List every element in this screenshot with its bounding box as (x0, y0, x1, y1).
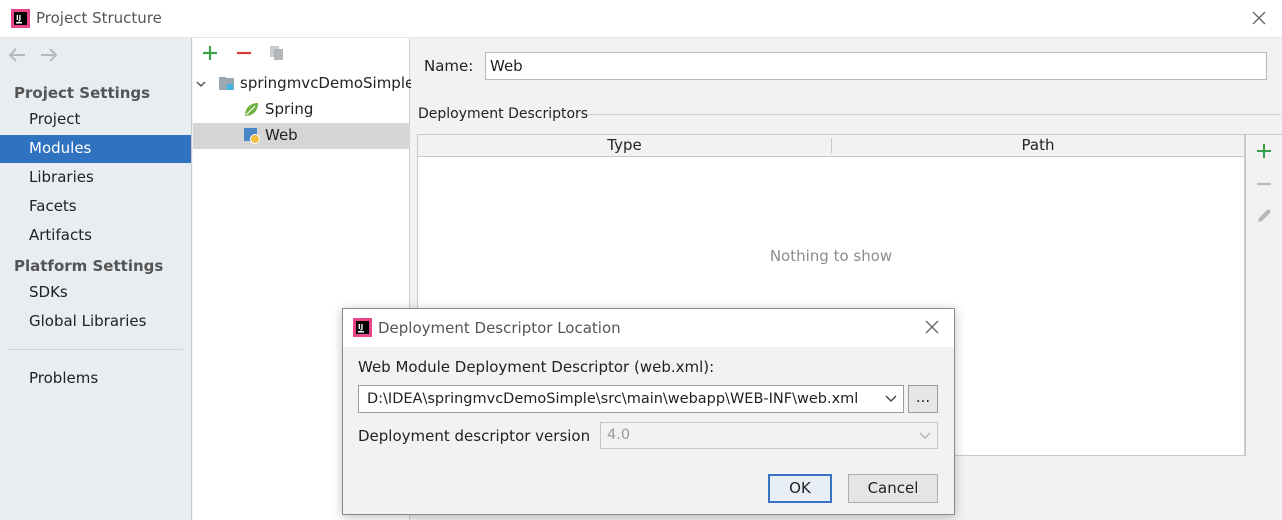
table-toolbar (1245, 134, 1282, 456)
sidebar-item-global-libraries[interactable]: Global Libraries (0, 308, 191, 336)
ok-button[interactable]: OK (768, 474, 832, 503)
remove-icon[interactable] (235, 44, 253, 62)
tree-root-row[interactable]: springmvcDemoSimple (193, 71, 414, 97)
sidebar-item-modules[interactable]: Modules (0, 135, 191, 163)
settings-sidebar: Project Settings Project Modules Librari… (0, 38, 192, 520)
remove-descriptor-icon[interactable] (1255, 175, 1273, 193)
window-title: Project Structure (36, 9, 162, 27)
sidebar-item-libraries[interactable]: Libraries (0, 164, 191, 192)
sidebar-item-artifacts[interactable]: Artifacts (0, 222, 191, 250)
tree-root-label: springmvcDemoSimple (240, 74, 415, 92)
dialog-titlebar: IJ Deployment Descriptor Location (343, 309, 954, 347)
cancel-button[interactable]: Cancel (848, 474, 938, 503)
copy-icon[interactable] (268, 44, 286, 62)
tree-item-web[interactable]: Web (193, 123, 410, 149)
descriptor-path-combobox[interactable]: D:\IDEA\springmvcDemoSimple\src\main\web… (358, 385, 904, 413)
forward-arrow-icon[interactable] (40, 48, 58, 62)
version-combobox[interactable]: 4.0 (600, 422, 938, 449)
svg-text:IJ: IJ (358, 323, 363, 331)
close-icon[interactable] (924, 319, 940, 335)
window-titlebar: IJ Project Structure (0, 0, 1282, 38)
module-folder-icon (219, 77, 234, 90)
sidebar-item-facets[interactable]: Facets (0, 193, 191, 221)
add-icon[interactable] (201, 44, 219, 62)
sidebar-item-problems[interactable]: Problems (0, 365, 191, 393)
column-header-type[interactable]: Type (418, 135, 831, 156)
sidebar-item-project[interactable]: Project (0, 106, 191, 134)
chevron-down-icon[interactable] (919, 431, 931, 441)
deployment-descriptor-dialog: IJ Deployment Descriptor Location Web Mo… (342, 308, 955, 515)
tree-item-web-label: Web (265, 126, 298, 144)
name-label: Name: (424, 57, 474, 75)
chevron-down-icon[interactable] (195, 78, 207, 90)
group-project-settings: Project Settings (14, 84, 151, 102)
deployment-descriptors-title: Deployment Descriptors (418, 106, 589, 122)
browse-button[interactable]: ... (908, 385, 938, 413)
tree-item-spring-label: Spring (265, 100, 314, 118)
version-value: 4.0 (607, 427, 631, 443)
intellij-app-icon: IJ (353, 318, 372, 337)
name-field[interactable]: Web (485, 52, 1267, 80)
column-header-path[interactable]: Path (832, 135, 1244, 156)
descriptor-path-value: D:\IDEA\springmvcDemoSimple\src\main\web… (367, 391, 859, 407)
section-divider (587, 114, 1281, 115)
group-platform-settings: Platform Settings (14, 257, 164, 275)
edit-pencil-icon[interactable] (1255, 207, 1273, 225)
tree-item-spring[interactable]: Spring (193, 97, 410, 123)
empty-table-message: Nothing to show (769, 247, 893, 265)
add-descriptor-icon[interactable] (1255, 142, 1273, 160)
dialog-title: Deployment Descriptor Location (378, 319, 621, 337)
descriptor-path-label: Web Module Deployment Descriptor (web.xm… (358, 358, 715, 376)
sidebar-divider (8, 349, 183, 350)
close-icon[interactable] (1250, 9, 1268, 27)
svg-text:IJ: IJ (16, 14, 21, 22)
table-header: Type Path (418, 135, 1244, 157)
sidebar-item-sdks[interactable]: SDKs (0, 279, 191, 307)
version-label: Deployment descriptor version (358, 427, 591, 445)
web-facet-icon (244, 128, 260, 144)
chevron-down-icon[interactable] (885, 394, 897, 404)
spring-leaf-icon (245, 103, 258, 116)
intellij-app-icon: IJ (11, 9, 30, 28)
back-arrow-icon[interactable] (8, 48, 26, 62)
